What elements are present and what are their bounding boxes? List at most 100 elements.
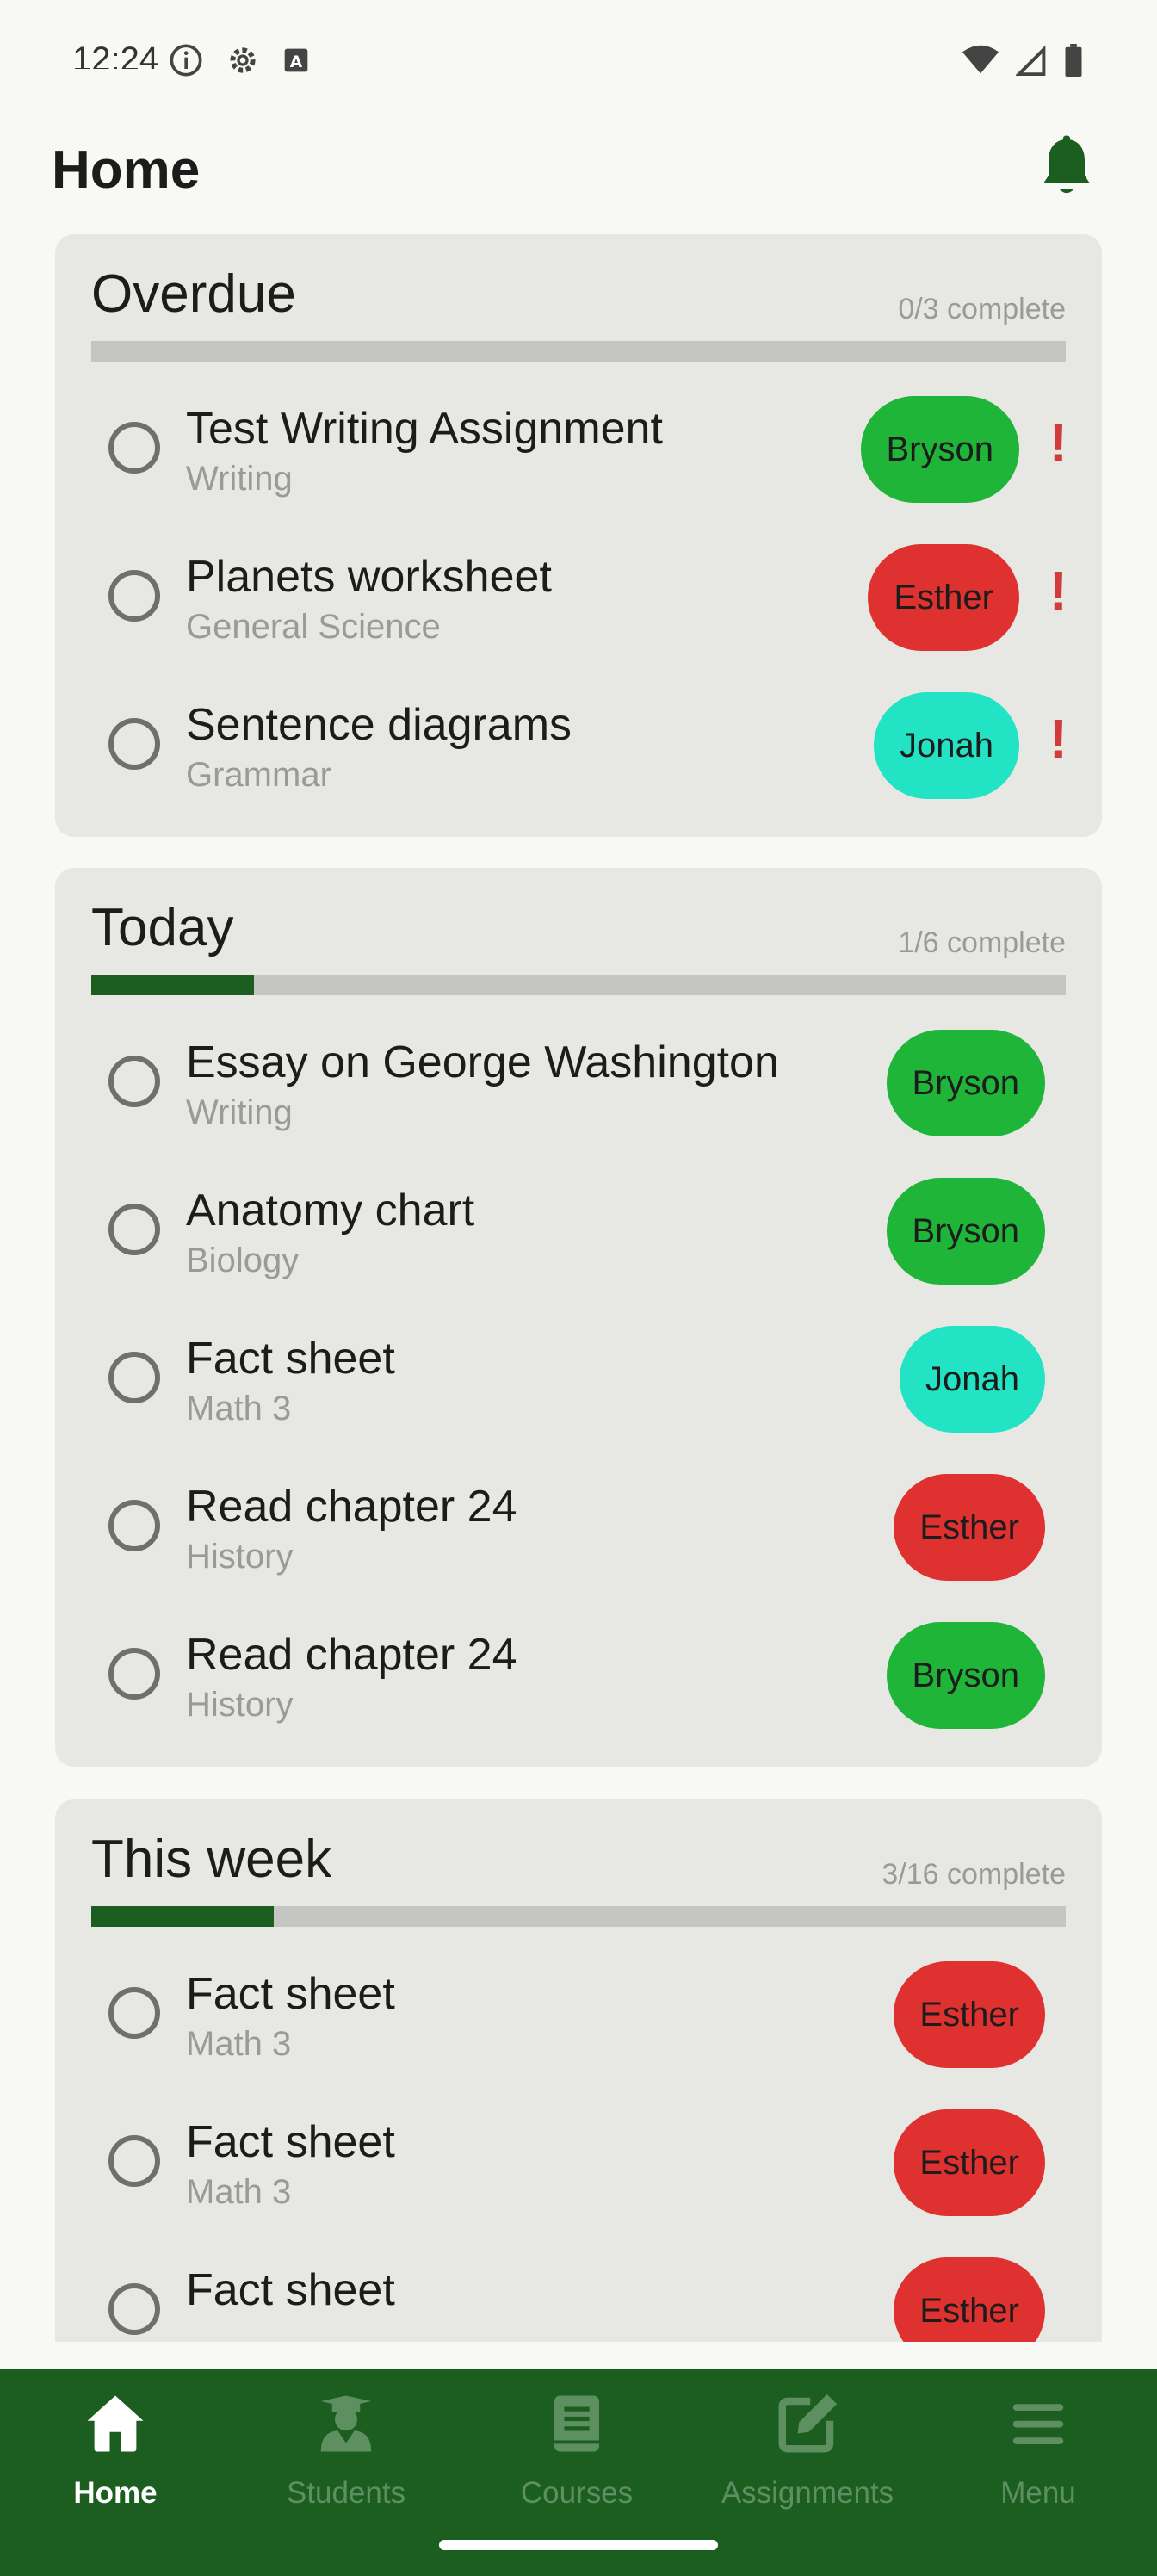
section-title: This week <box>91 1830 332 1889</box>
task-subject: Writing <box>186 460 293 498</box>
task-row[interactable]: Fact sheet Esther <box>55 2240 1102 2342</box>
progress-bar-fill <box>91 1906 275 1927</box>
task-subject: Math 3 <box>186 1390 292 1427</box>
task-subject: Math 3 <box>186 2173 292 2211</box>
section-today: Today 1/6 complete Essay on George Washi… <box>55 868 1102 1767</box>
task-subject: General Science <box>186 608 441 646</box>
student-pill[interactable]: Bryson <box>886 1178 1045 1285</box>
svg-text:A: A <box>290 53 303 71</box>
info-icon <box>170 44 202 77</box>
status-bar: 12:24 A <box>0 0 1157 95</box>
task-row[interactable]: Sentence diagrams Grammar Jonah ! <box>55 675 1102 823</box>
complete-checkbox[interactable] <box>108 718 160 770</box>
nav-label: Assignments <box>721 2476 894 2510</box>
student-pill[interactable]: Bryson <box>860 396 1019 503</box>
task-row[interactable]: Read chapter 24 History Bryson <box>55 1605 1102 1753</box>
progress-bar <box>91 975 1066 995</box>
notifications-button[interactable] <box>1035 134 1098 201</box>
status-icons-right <box>961 43 1085 77</box>
complete-checkbox[interactable] <box>108 1352 160 1403</box>
settings-icon <box>230 47 256 73</box>
student-pill[interactable]: Esther <box>894 2109 1045 2216</box>
task-subject: Biology <box>186 1242 300 1279</box>
section-title: Today <box>91 898 234 957</box>
nav-label: Courses <box>520 2476 634 2510</box>
section-this-week: This week 3/16 complete Fact sheet Math … <box>55 1799 1102 2342</box>
overdue-alert-icon: ! <box>1049 560 1067 622</box>
task-row[interactable]: Test Writing Assignment Writing Bryson ! <box>55 379 1102 527</box>
task-row[interactable]: Essay on George Washington Writing Bryso… <box>55 1012 1102 1161</box>
section-progress-text: 0/3 complete <box>898 293 1066 325</box>
student-pill[interactable]: Bryson <box>886 1622 1045 1729</box>
task-title: Planets worksheet <box>186 552 552 602</box>
task-title: Fact sheet <box>186 1334 395 1384</box>
edit-icon <box>778 2393 838 2453</box>
nav-assignments[interactable]: Assignments <box>692 2369 923 2542</box>
bell-icon <box>1043 135 1090 194</box>
student-pill[interactable]: Esther <box>894 2257 1045 2342</box>
keyboard-a-icon: A <box>284 48 308 72</box>
gesture-home-indicator[interactable] <box>439 2540 718 2550</box>
section-progress-text: 3/16 complete <box>882 1858 1066 1891</box>
progress-bar <box>91 1906 1066 1927</box>
complete-checkbox[interactable] <box>108 2283 160 2335</box>
section-header: This week 3/16 complete <box>55 1799 1102 1929</box>
menu-icon <box>1012 2404 1064 2445</box>
task-title: Test Writing Assignment <box>186 404 663 454</box>
complete-checkbox[interactable] <box>108 1056 160 1107</box>
complete-checkbox[interactable] <box>108 1648 160 1700</box>
complete-checkbox[interactable] <box>108 1500 160 1551</box>
wifi-icon <box>962 45 999 74</box>
student-pill[interactable]: Esther <box>868 544 1019 651</box>
student-pill[interactable]: Bryson <box>886 1030 1045 1136</box>
book-icon <box>554 2395 599 2452</box>
page-title: Home <box>52 140 201 200</box>
task-title: Read chapter 24 <box>186 1630 517 1680</box>
nav-menu[interactable]: Menu <box>923 2369 1154 2542</box>
task-row[interactable]: Read chapter 24 History Esther <box>55 1457 1102 1605</box>
complete-checkbox[interactable] <box>108 2135 160 2187</box>
task-subject: Writing <box>186 1093 293 1131</box>
signal-icon <box>1016 45 1046 76</box>
app-header: Home <box>0 121 1157 224</box>
home-icon <box>87 2395 144 2452</box>
task-title: Fact sheet <box>186 1969 395 2019</box>
complete-checkbox[interactable] <box>108 1204 160 1255</box>
battery-icon <box>1065 44 1082 77</box>
task-subject: Math 3 <box>186 2025 292 2063</box>
task-title: Fact sheet <box>186 2265 395 2315</box>
task-row[interactable]: Fact sheet Math 3 Esther <box>55 1944 1102 2092</box>
overdue-alert-icon: ! <box>1049 708 1067 770</box>
nav-home[interactable]: Home <box>0 2369 231 2542</box>
nav-label: Home <box>73 2476 158 2510</box>
task-title: Essay on George Washington <box>186 1037 779 1087</box>
student-icon <box>320 2395 372 2452</box>
overdue-alert-icon: ! <box>1049 412 1067 474</box>
complete-checkbox[interactable] <box>108 1987 160 2039</box>
student-pill[interactable]: Esther <box>894 1474 1045 1581</box>
section-header: Today 1/6 complete <box>55 868 1102 997</box>
task-row[interactable]: Fact sheet Math 3 Jonah <box>55 1309 1102 1457</box>
status-time: 12:24 <box>72 40 159 69</box>
status-icons-left: A <box>169 43 310 77</box>
nav-students[interactable]: Students <box>231 2369 461 2542</box>
task-title: Sentence diagrams <box>186 700 572 750</box>
complete-checkbox[interactable] <box>108 422 160 474</box>
section-header: Overdue 0/3 complete <box>55 234 1102 363</box>
student-pill[interactable]: Jonah <box>874 692 1019 799</box>
task-row[interactable]: Anatomy chart Biology Bryson <box>55 1161 1102 1309</box>
task-title: Anatomy chart <box>186 1186 475 1235</box>
section-progress-text: 1/6 complete <box>898 926 1066 959</box>
task-row[interactable]: Fact sheet Math 3 Esther <box>55 2092 1102 2240</box>
student-pill[interactable]: Jonah <box>900 1326 1045 1433</box>
nav-label: Menu <box>1000 2476 1076 2510</box>
home-scroll-content[interactable]: Overdue 0/3 complete Test Writing Assign… <box>0 234 1157 2342</box>
task-subject: History <box>186 1686 294 1724</box>
nav-courses[interactable]: Courses <box>461 2369 692 2542</box>
progress-bar <box>91 341 1066 362</box>
task-row[interactable]: Planets worksheet General Science Esther… <box>55 527 1102 675</box>
student-pill[interactable]: Esther <box>894 1961 1045 2068</box>
nav-label: Students <box>286 2476 406 2510</box>
task-title: Read chapter 24 <box>186 1482 517 1532</box>
complete-checkbox[interactable] <box>108 570 160 622</box>
